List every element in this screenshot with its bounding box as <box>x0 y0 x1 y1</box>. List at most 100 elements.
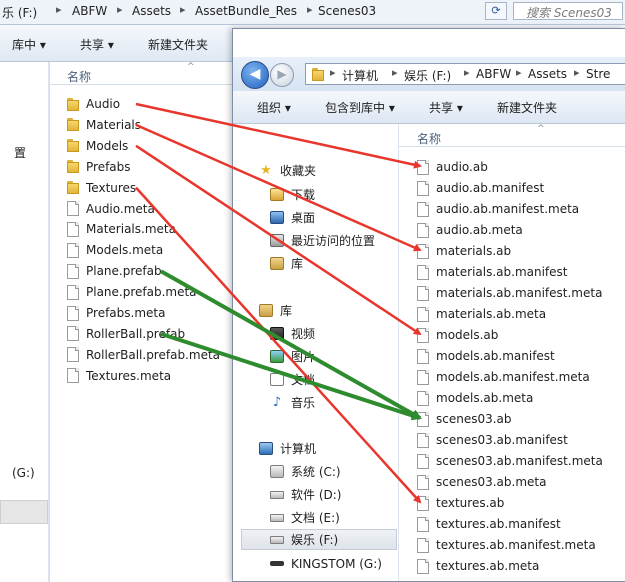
share-button[interactable]: 共享 ▾ <box>429 99 463 116</box>
back-share-button[interactable]: 共享 ▾ <box>80 36 114 53</box>
nav-library-sub[interactable]: 库 <box>270 253 303 274</box>
nav-documents[interactable]: 文档 <box>270 369 315 390</box>
back-arrow-icon[interactable]: ◀ <box>241 61 269 89</box>
nav-drive-d[interactable]: 软件 (D:) <box>270 484 341 505</box>
row-name: models.ab.meta <box>436 391 534 405</box>
back-nav-selected-item[interactable] <box>0 500 48 524</box>
file-row[interactable]: Plane.prefab.meta <box>67 282 197 302</box>
breadcrumb-chevron-icon[interactable]: ▸ <box>574 66 580 79</box>
front-toolbar: 组织 ▾ 包含到库中 ▾ 共享 ▾ 新建文件夹 <box>233 91 625 124</box>
file-row[interactable]: textures.ab.manifest.meta <box>417 535 596 555</box>
back-nav-item-g[interactable]: (G:) <box>12 466 35 480</box>
back-new-folder-button[interactable]: 新建文件夹 <box>148 36 208 53</box>
nav-music[interactable]: ♪ 音乐 <box>270 392 315 413</box>
breadcrumb-chevron-icon[interactable]: ▸ <box>392 66 398 79</box>
organize-button[interactable]: 组织 ▾ <box>257 99 291 116</box>
front-address-bar[interactable]: ▸ 计算机 ▸ 娱乐 (F:) ▸ ABFW ▸ Assets ▸ Stre <box>305 63 625 85</box>
back-crumb-drive[interactable]: 乐 (F:) <box>2 4 37 21</box>
new-folder-button[interactable]: 新建文件夹 <box>497 99 557 116</box>
file-row[interactable]: RollerBall.prefab.meta <box>67 345 220 365</box>
breadcrumb-chevron-icon[interactable]: ▸ <box>464 66 470 79</box>
nav-label: 音乐 <box>291 396 316 410</box>
file-row[interactable]: Models.meta <box>67 240 163 260</box>
include-library-label: 包含到库中 <box>325 101 386 115</box>
row-name: Textures <box>86 180 137 195</box>
nav-recent[interactable]: 最近访问的位置 <box>270 230 375 251</box>
nav-drive-f[interactable]: 娱乐 (F:) <box>241 529 397 550</box>
folder-row[interactable]: Models <box>67 136 128 156</box>
file-row[interactable]: materials.ab.manifest.meta <box>417 283 602 303</box>
back-nav-item[interactable]: 置 <box>14 144 26 161</box>
back-include-library-button[interactable]: 库中 ▾ <box>12 36 46 53</box>
back-crumb-abfw[interactable]: ABFW <box>72 4 107 18</box>
breadcrumb-chevron-icon[interactable]: ▸ <box>56 3 62 16</box>
file-row[interactable]: audio.ab.manifest <box>417 178 544 198</box>
refresh-icon[interactable]: ⟳ <box>485 2 507 20</box>
file-row[interactable]: materials.ab <box>417 241 511 261</box>
front-crumb-stre[interactable]: Stre <box>586 67 610 81</box>
nav-drive-e[interactable]: 文档 (E:) <box>270 507 340 528</box>
back-crumb-scenes[interactable]: Scenes03 <box>318 4 376 18</box>
nav-videos[interactable]: 视频 <box>270 323 315 344</box>
nav-desktop[interactable]: 桌面 <box>270 207 315 228</box>
file-row[interactable]: RollerBall.prefab <box>67 324 185 344</box>
file-row[interactable]: Prefabs.meta <box>67 303 165 323</box>
nav-downloads[interactable]: 下载 <box>270 184 315 205</box>
file-row[interactable]: audio.ab.meta <box>417 220 523 240</box>
breadcrumb-chevron-icon[interactable]: ▸ <box>330 66 336 79</box>
nav-pictures[interactable]: 图片 <box>270 346 315 367</box>
front-crumb-computer[interactable]: 计算机 <box>342 67 378 84</box>
file-row[interactable]: models.ab.manifest.meta <box>417 367 590 387</box>
file-row[interactable]: materials.ab.manifest <box>417 262 567 282</box>
include-library-button[interactable]: 包含到库中 ▾ <box>325 99 395 116</box>
file-row[interactable]: Materials.meta <box>67 219 176 239</box>
breadcrumb-chevron-icon[interactable]: ▸ <box>180 3 186 16</box>
back-crumb-assets[interactable]: Assets <box>132 4 171 18</box>
nav-label: 计算机 <box>280 442 317 456</box>
file-row[interactable]: Plane.prefab <box>67 261 162 281</box>
file-row[interactable]: Textures.meta <box>67 366 171 386</box>
row-name: materials.ab.manifest <box>436 265 568 279</box>
back-crumb-assetbundle[interactable]: AssetBundle_Res <box>195 4 297 18</box>
front-crumb-abfw[interactable]: ABFW <box>476 67 511 81</box>
nav-network[interactable]: 网络 <box>259 577 304 581</box>
forward-arrow-icon[interactable]: ▶ <box>270 63 294 87</box>
file-row[interactable]: models.ab.meta <box>417 388 533 408</box>
file-row[interactable]: audio.ab <box>417 157 488 177</box>
nav-libraries[interactable]: 库 <box>259 300 292 321</box>
breadcrumb-chevron-icon[interactable]: ▸ <box>516 66 522 79</box>
file-row[interactable]: scenes03.ab.meta <box>417 472 546 492</box>
row-name: Materials.meta <box>86 222 176 237</box>
back-address-bar[interactable]: 乐 (F:) ▸ ABFW ▸ Assets ▸ AssetBundle_Res… <box>0 0 625 25</box>
name-column-header[interactable]: 名称 <box>417 130 441 147</box>
folder-row[interactable]: Materials <box>67 115 141 135</box>
file-row[interactable]: models.ab <box>417 325 498 345</box>
nav-favorites[interactable]: ★ 收藏夹 <box>259 160 316 181</box>
name-column-header[interactable]: 名称 <box>67 68 91 85</box>
file-row[interactable]: textures.ab.manifest <box>417 514 561 534</box>
file-row[interactable]: scenes03.ab.manifest.meta <box>417 451 603 471</box>
file-row[interactable]: scenes03.ab <box>417 409 512 429</box>
front-crumb-drive[interactable]: 娱乐 (F:) <box>404 67 451 84</box>
file-row[interactable]: models.ab.manifest <box>417 346 555 366</box>
file-row[interactable]: textures.ab <box>417 493 504 513</box>
folder-row[interactable]: Prefabs <box>67 157 131 177</box>
front-crumb-assets[interactable]: Assets <box>528 67 567 81</box>
back-search-input[interactable]: 搜索 Scenes03 <box>513 2 623 20</box>
nav-drive-g[interactable]: KINGSTOM (G:) <box>270 553 382 574</box>
file-row[interactable]: textures.ab.meta <box>417 556 539 576</box>
file-icon <box>417 432 429 448</box>
nav-label: 图片 <box>291 350 316 364</box>
breadcrumb-chevron-icon[interactable]: ▸ <box>307 3 313 16</box>
file-row[interactable]: materials.ab.meta <box>417 304 546 324</box>
file-row[interactable]: scenes03.ab.manifest <box>417 430 568 450</box>
file-row[interactable]: Audio.meta <box>67 199 155 219</box>
file-row[interactable]: audio.ab.manifest.meta <box>417 199 579 219</box>
breadcrumb-chevron-icon[interactable]: ▸ <box>117 3 123 16</box>
folder-row[interactable]: Audio <box>67 94 120 114</box>
folder-row[interactable]: Textures <box>67 178 136 198</box>
nav-computer[interactable]: 计算机 <box>259 438 316 459</box>
nav-drive-c[interactable]: 系统 (C:) <box>270 461 341 482</box>
row-name: Plane.prefab <box>86 264 162 279</box>
library-folder-icon <box>270 257 284 270</box>
